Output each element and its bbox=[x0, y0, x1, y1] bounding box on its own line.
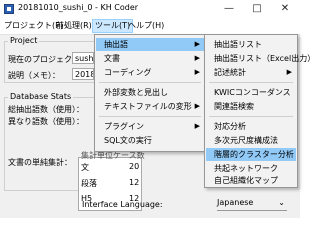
interface-language-value: Japanese bbox=[217, 198, 254, 207]
submenu-item-label: 記述統計 bbox=[214, 68, 246, 77]
distinct-words-label: 異なり語数（使用）： bbox=[8, 117, 84, 126]
units-label: 文書の単純集計： bbox=[8, 158, 72, 167]
tools-menu-item-text-transform[interactable]: テキストファイルの変形 ▶ bbox=[96, 100, 204, 113]
tools-menu-item-coding[interactable]: コーディング ▶ bbox=[96, 66, 204, 79]
minimize-button[interactable]: — bbox=[216, 1, 242, 16]
tools-menu-item-variables[interactable]: 外部変数と見出し bbox=[96, 86, 204, 99]
tools-menu: 抽出語 ▶ 文書 ▶ コーディング ▶ 外部変数と見出し テキストファイルの変形… bbox=[94, 34, 206, 152]
app-icon bbox=[4, 4, 14, 14]
menu-separator bbox=[99, 116, 201, 117]
tools-menu-item-label: SQL文の実行 bbox=[104, 136, 152, 145]
submenu-item-cluster-analysis[interactable]: 階層的クラスター分析 bbox=[206, 148, 296, 161]
current-project-field[interactable]: sush bbox=[72, 52, 94, 64]
close-button[interactable]: ✕ bbox=[272, 1, 298, 16]
tools-menu-item-label: 抽出語 bbox=[104, 40, 128, 49]
stats-group-label: Database Stats bbox=[8, 92, 74, 101]
submenu-item-word-list[interactable]: 抽出語リスト bbox=[206, 38, 296, 51]
tools-menu-item-documents[interactable]: 文書 ▶ bbox=[96, 52, 204, 65]
main-window: 20181010_sushi_0 - KH Coder — □ ✕ プロジェクト… bbox=[0, 0, 315, 218]
submenu-item-kwic[interactable]: KWICコンコーダンス bbox=[206, 86, 296, 99]
tools-menu-item-label: 文書 bbox=[104, 54, 120, 63]
menu-help[interactable]: ヘルプ(H) bbox=[126, 20, 166, 32]
table-row-count: 20 bbox=[129, 162, 140, 171]
submenu-arrow-icon: ▶ bbox=[194, 54, 200, 62]
menu-separator bbox=[99, 82, 201, 83]
submenu-arrow-icon: ▶ bbox=[194, 122, 200, 130]
submenu-item-cooccurrence[interactable]: 共起ネットワーク bbox=[206, 162, 296, 175]
submenu-item-descriptive-stats[interactable]: 記述統計 ▶ bbox=[206, 66, 296, 79]
submenu-item-som[interactable]: 自己組織化マップ bbox=[206, 176, 296, 186]
tools-menu-item-plugins[interactable]: プラグイン ▶ bbox=[96, 120, 204, 133]
interface-language-select[interactable]: Japanese ⌄ bbox=[217, 196, 287, 211]
submenu-arrow-icon: ▶ bbox=[286, 68, 292, 76]
submenu-item-related-words[interactable]: 関連語検索 bbox=[206, 100, 296, 113]
menu-preprocess[interactable]: 前処理(R) bbox=[54, 20, 94, 32]
interface-language-label: Interface Language: bbox=[82, 200, 163, 209]
submenu-arrow-icon: ▶ bbox=[194, 102, 200, 110]
table-row-unit: 文 bbox=[81, 163, 89, 172]
project-group-label: Project bbox=[8, 36, 40, 45]
tools-menu-item-label: テキストファイルの変形 bbox=[104, 102, 192, 111]
memo-field[interactable]: 2018 bbox=[72, 68, 94, 80]
submenu-item-correspondence[interactable]: 対応分析 bbox=[206, 120, 296, 133]
table-row-unit: 段落 bbox=[81, 179, 97, 188]
chevron-down-icon: ⌄ bbox=[278, 198, 285, 207]
window-title: 20181010_sushi_0 - KH Coder bbox=[18, 3, 139, 12]
submenu-arrow-icon: ▶ bbox=[194, 40, 200, 48]
submenu-item-word-list-excel[interactable]: 抽出語リスト（Excel出力） bbox=[206, 52, 315, 65]
title-bar: 20181010_sushi_0 - KH Coder — □ ✕ bbox=[0, 0, 300, 18]
maximize-button[interactable]: □ bbox=[244, 1, 270, 16]
tools-menu-item-sql[interactable]: SQL文の実行 bbox=[96, 134, 204, 147]
menu-separator bbox=[209, 82, 293, 83]
total-words-label: 総抽出語数（使用）： bbox=[8, 105, 84, 114]
tools-menu-item-label: プラグイン bbox=[104, 122, 144, 131]
menu-separator bbox=[209, 116, 293, 117]
tools-menu-item-label: 外部変数と見出し bbox=[104, 88, 168, 97]
tools-menu-item-label: コーディング bbox=[104, 68, 152, 77]
table-row-count: 12 bbox=[129, 178, 140, 187]
submenu-arrow-icon: ▶ bbox=[194, 68, 200, 76]
memo-label: 説明（メモ）： bbox=[8, 71, 60, 80]
tools-menu-item-words[interactable]: 抽出語 ▶ bbox=[96, 38, 204, 51]
submenu-item-mds[interactable]: 多次元尺度構成法 bbox=[206, 134, 296, 147]
menu-bar: プロジェクト(P) 前処理(R) ツール(T) ヘルプ(H) bbox=[0, 18, 300, 35]
words-submenu: 抽出語リスト 抽出語リスト（Excel出力） 記述統計 ▶ KWICコンコーダン… bbox=[204, 34, 315, 188]
